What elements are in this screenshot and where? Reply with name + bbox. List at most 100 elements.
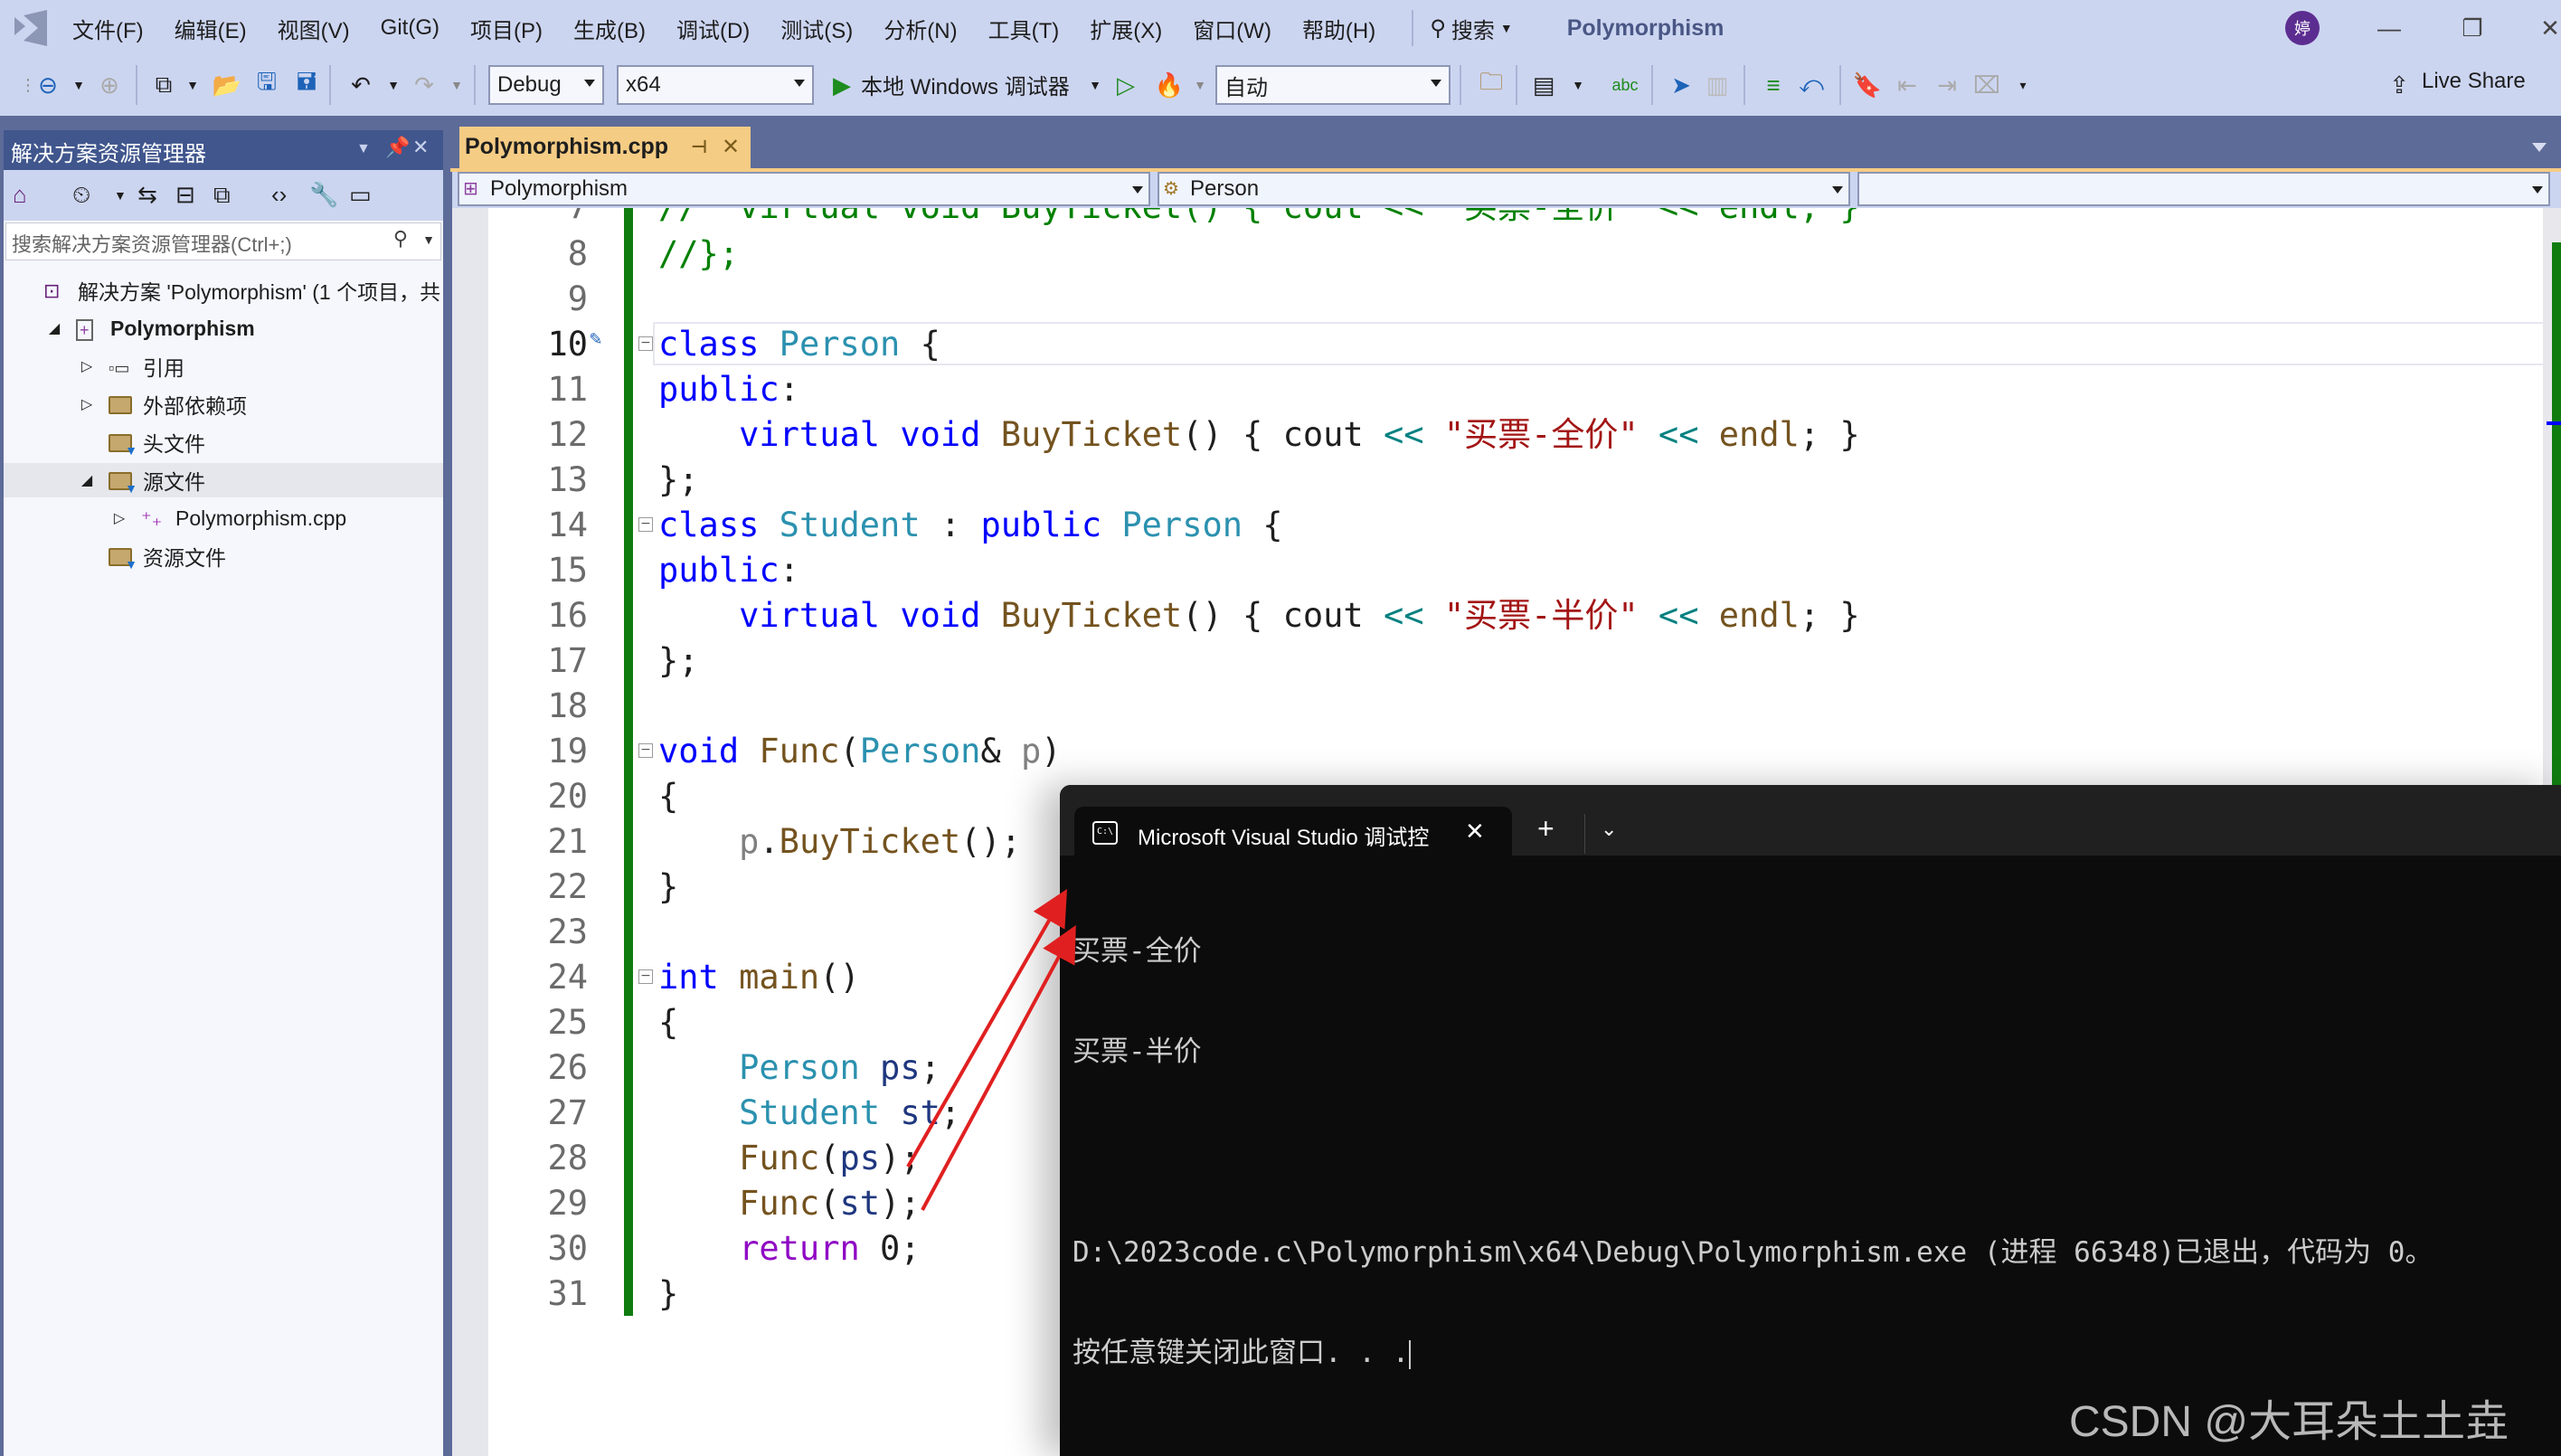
bookmark-icon[interactable]: 🔖	[1852, 69, 1883, 101]
navigate-back-icon[interactable]: ⊖	[33, 69, 63, 101]
menu-view[interactable]: 视图(V)	[278, 13, 373, 44]
clear-bookmarks-icon[interactable]: ⌧	[1971, 69, 2002, 101]
menu-help[interactable]: 帮助(H)	[1302, 13, 1399, 44]
pin-tab-icon[interactable]: ⊣	[691, 136, 707, 158]
type-scope-dropdown[interactable]: ⚙ Person	[1158, 172, 1850, 206]
view-code-icon[interactable]: ‹›	[271, 181, 287, 209]
column-select-icon[interactable]: ▥	[1702, 69, 1733, 101]
collapsed-arrow-icon[interactable]: ▷	[110, 509, 128, 527]
chevron-down-icon[interactable]: ▼	[1185, 69, 1215, 101]
debug-console-window[interactable]: C:\ Microsoft Visual Studio 调试控 ✕ + ⌄ 买票…	[1060, 785, 2561, 1456]
auto-dropdown[interactable]: 自动	[1215, 65, 1451, 105]
next-bookmark-icon[interactable]: ⇥	[1932, 69, 1962, 101]
chevron-down-icon[interactable]: ▼	[177, 69, 208, 101]
home-icon[interactable]: ⌂	[13, 181, 27, 209]
close-tab-icon[interactable]: ✕	[722, 134, 740, 160]
properties-wrench-icon[interactable]: 🔧	[309, 181, 338, 209]
chevron-down-icon[interactable]: ▼	[378, 69, 409, 101]
close-icon[interactable]: ✕	[412, 136, 429, 159]
search-icon: ⚲	[392, 227, 408, 250]
start-debugger-button[interactable]: 本地 Windows 调试器	[861, 69, 1070, 100]
panel-options-icon[interactable]: ▼	[356, 141, 371, 157]
fold-toggle-icon[interactable]: −	[638, 517, 653, 532]
menu-debug[interactable]: 调试(D)	[676, 13, 773, 44]
window-layout-icon[interactable]: ▤	[1528, 69, 1559, 101]
chevron-down-icon[interactable]: ⌄	[1601, 818, 1617, 841]
save-all-icon[interactable]: 🖬	[291, 68, 322, 101]
menu-tools[interactable]: 工具(T)	[988, 13, 1083, 44]
menu-git[interactable]: Git(G)	[381, 15, 463, 41]
pending-changes-filter-icon[interactable]: ⏲	[72, 181, 90, 210]
solution-explorer-toolbar: ⌂ ⏲ ▼ ⇆ ⊟ ⧉ ‹› 🔧 ▭	[4, 170, 443, 221]
close-window-button[interactable]: ✕	[2523, 7, 2561, 49]
start-without-debugging-icon[interactable]: ▷	[1110, 69, 1141, 101]
tab-overflow-chevron-icon[interactable]	[2532, 143, 2547, 152]
menu-file[interactable]: 文件(F)	[72, 13, 167, 44]
project-scope-dropdown[interactable]: ⊞ Polymorphism	[458, 172, 1150, 206]
menu-window[interactable]: 窗口(W)	[1193, 13, 1295, 44]
quick-action-icon[interactable]: ✎	[590, 317, 601, 362]
member-scope-dropdown[interactable]	[1857, 172, 2550, 206]
code-line-9: 9	[567, 279, 588, 318]
expanded-arrow-icon[interactable]: ◢	[78, 471, 96, 489]
solution-explorer-search-input[interactable]: 搜索解决方案资源管理器(Ctrl+;) ⚲ ▼	[5, 222, 441, 260]
tree-item[interactable]: ▷ 外部依赖项	[4, 387, 443, 421]
toolbar-overflow-icon[interactable]: ▾	[2008, 69, 2038, 101]
save-icon[interactable]: 🖫	[251, 68, 282, 101]
menu-project[interactable]: 项目(P)	[470, 13, 566, 44]
minimize-button[interactable]: —	[2362, 7, 2416, 49]
redo-icon[interactable]: ↷	[409, 69, 439, 101]
menu-test[interactable]: 测试(S)	[780, 13, 876, 44]
comment-lines-icon[interactable]: ≡	[1758, 69, 1789, 101]
tree-item[interactable]: ◢ + Polymorphism	[4, 311, 443, 345]
chevron-down-icon[interactable]: ▼	[63, 69, 94, 101]
collapsed-arrow-icon[interactable]: ▷	[78, 357, 96, 375]
tab-polymorphism-cpp[interactable]: Polymorphism.cpp ⊣ ✕	[459, 127, 751, 168]
platform-dropdown[interactable]: x64	[617, 65, 814, 105]
menu-edit[interactable]: 编辑(E)	[175, 13, 270, 44]
search-options-chevron-icon[interactable]: ▼	[422, 232, 435, 247]
tree-item[interactable]: ▼ 头文件	[4, 425, 443, 459]
undo-icon[interactable]: ↶	[345, 69, 376, 101]
fold-toggle-icon[interactable]: −	[638, 743, 653, 758]
menu-build[interactable]: 生成(B)	[573, 13, 669, 44]
open-file-icon[interactable]: 📂	[212, 69, 242, 101]
fold-toggle-icon[interactable]: −	[638, 969, 653, 984]
select-cursor-icon[interactable]: ➤	[1666, 69, 1696, 101]
new-project-icon[interactable]: ⧉	[148, 69, 179, 101]
restore-button[interactable]: ❐	[2445, 7, 2500, 49]
chevron-down-icon[interactable]: ▼	[1080, 69, 1110, 101]
close-tab-icon[interactable]: ✕	[1465, 818, 1485, 846]
expanded-arrow-icon[interactable]: ◢	[45, 319, 63, 337]
show-all-files-icon[interactable]: ⧉	[213, 181, 231, 210]
tree-item[interactable]: ▼ 资源文件	[4, 539, 443, 573]
user-avatar[interactable]: 婷	[2285, 11, 2320, 45]
menu-analyze[interactable]: 分析(N)	[884, 13, 980, 44]
search-button[interactable]: ⚲ 搜索 ▼	[1430, 13, 1512, 44]
previous-bookmark-icon[interactable]: ⇤	[1892, 69, 1923, 101]
preview-selected-icon[interactable]: ▭	[349, 181, 372, 209]
menu-extensions[interactable]: 扩展(X)	[1090, 13, 1186, 44]
fold-toggle-icon[interactable]: −	[638, 336, 653, 351]
chevron-down-icon[interactable]: ▼	[441, 69, 472, 101]
chevron-down-icon[interactable]: ▼	[1563, 69, 1593, 101]
chevron-down-icon[interactable]: ▼	[114, 188, 127, 203]
collapsed-arrow-icon[interactable]: ▷	[78, 395, 96, 413]
tree-item[interactable]: ▷ ▫▭ 引用	[4, 349, 443, 383]
collapse-all-icon[interactable]: ⊟	[175, 181, 195, 209]
pin-icon[interactable]: 📌	[385, 136, 410, 159]
new-tab-icon[interactable]: +	[1537, 812, 1555, 846]
spell-check-icon[interactable]: abc	[1610, 69, 1640, 101]
tree-item[interactable]: ◢ ▼ 源文件	[4, 463, 443, 497]
live-share-button[interactable]: Live Share	[2422, 69, 2526, 94]
console-tab[interactable]: C:\ Microsoft Visual Studio 调试控 ✕	[1074, 807, 1512, 857]
start-debugging-icon[interactable]: ▶	[827, 69, 857, 101]
find-in-files-icon[interactable]: 🗀	[1476, 68, 1507, 101]
uncomment-lines-icon[interactable]: ⤺	[1796, 69, 1827, 101]
configuration-dropdown[interactable]: Debug	[488, 65, 604, 105]
sync-with-document-icon[interactable]: ⇆	[137, 181, 157, 209]
tree-item[interactable]: ▷ ⁺₊ Polymorphism.cpp	[4, 501, 443, 535]
navigate-forward-icon[interactable]: ⊕	[94, 69, 125, 101]
hot-reload-icon[interactable]: 🔥	[1154, 69, 1185, 101]
tree-item[interactable]: ⊡ 解决方案 'Polymorphism' (1 个项目，共	[4, 273, 443, 307]
